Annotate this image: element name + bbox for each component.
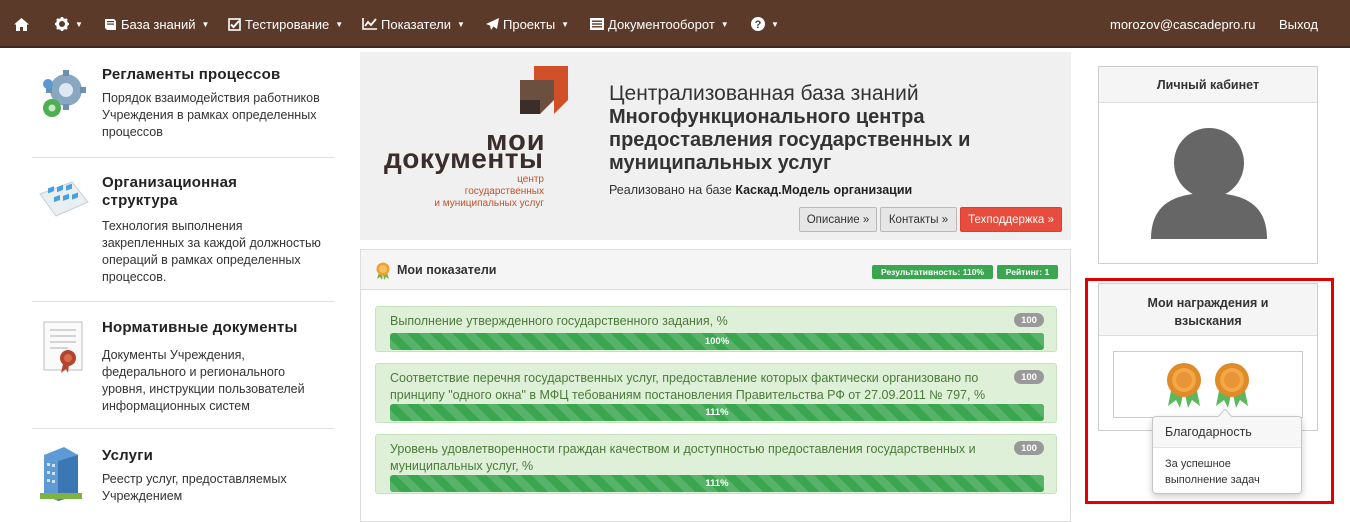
chevron-down-icon: ▼ xyxy=(771,19,779,29)
gears-icon xyxy=(38,66,92,129)
hero-subtitle: Реализовано на базе Каскад.Модель органи… xyxy=(609,183,912,197)
line-chart-icon xyxy=(362,18,377,30)
indicator-value-badge: 100 xyxy=(1014,441,1044,455)
logo-mark-icon xyxy=(520,66,568,114)
hero-subtitle-bold: Каскад.Модель организации xyxy=(735,183,913,197)
progress-label: 100% xyxy=(704,336,730,347)
home-icon xyxy=(14,17,29,31)
modules-list: Регламенты процессов Порядок взаимодейст… xyxy=(32,48,334,522)
logo-caption-line3: и муниципальных услуг xyxy=(434,198,544,209)
hero-banner: мои документы центр государственных и му… xyxy=(360,52,1071,240)
module-title[interactable]: Организационная структура xyxy=(102,174,302,210)
logo-caption-line2: государственных xyxy=(464,186,544,197)
chevron-down-icon: ▼ xyxy=(561,19,570,29)
building-icon xyxy=(38,445,84,506)
panel-title: Мои показатели xyxy=(397,263,497,277)
nav-document-flow-label: Документооборот xyxy=(608,16,715,32)
module-process-regulations[interactable]: Регламенты процессов Порядок взаимодейст… xyxy=(32,48,334,158)
hero-title-light: Централизованная база знаний xyxy=(609,82,919,105)
logo-caption-line1: центр xyxy=(517,174,544,185)
progress-label: 111% xyxy=(705,478,729,489)
support-button[interactable]: Техподдержка » xyxy=(960,207,1062,232)
indicator-item: Выполнение утвержденного государственног… xyxy=(375,306,1057,352)
nav-testing-label: Тестирование xyxy=(245,16,330,32)
hero-title-bold: Многофункционального центра предоставлен… xyxy=(609,106,971,174)
module-title[interactable]: Нормативные документы xyxy=(102,319,298,337)
module-description: Технология выполнения закрепленных за ка… xyxy=(102,219,321,284)
gear-icon xyxy=(55,17,69,31)
chevron-down-icon: ▼ xyxy=(75,19,83,29)
module-org-structure[interactable]: Организационная структура Технология вып… xyxy=(32,158,334,302)
chevron-down-icon: ▼ xyxy=(335,19,344,29)
progress-bar: 111% xyxy=(390,475,1044,492)
indicator-value-badge: 100 xyxy=(1014,370,1044,384)
certificate-icon xyxy=(38,318,88,379)
avatar[interactable] xyxy=(1151,125,1267,239)
check-square-icon xyxy=(228,17,241,31)
module-title[interactable]: Услуги xyxy=(102,447,153,465)
panel-header: Мои показатели Результативность: 110% Ре… xyxy=(361,250,1070,290)
module-description: Порядок взаимодействия работников Учрежд… xyxy=(102,91,320,139)
module-services[interactable]: Услуги Реестр услуг, предоставляемых Учр… xyxy=(32,429,334,522)
user-email-link[interactable]: morozov@cascadepro.ru xyxy=(1110,0,1255,48)
user-email: morozov@cascadepro.ru xyxy=(1110,16,1256,32)
nav-indicators-label: Показатели xyxy=(381,16,451,32)
medal-icon xyxy=(376,262,390,280)
book-icon xyxy=(105,18,116,30)
progress-label: 111% xyxy=(705,407,729,418)
rating-badge: Рейтинг: 1 xyxy=(997,265,1058,279)
module-title[interactable]: Регламенты процессов xyxy=(102,66,280,84)
module-description: Документы Учреждения, федерального и рег… xyxy=(102,348,305,413)
chevron-down-icon: ▼ xyxy=(201,19,210,29)
indicator-value-badge: 100 xyxy=(1014,313,1044,327)
home-button[interactable] xyxy=(14,0,29,48)
profile-card: Личный кабинет xyxy=(1098,66,1318,264)
chevron-down-icon: ▼ xyxy=(457,19,465,29)
top-navbar: ▼ База знаний ▼ Тестирование ▼ Показател… xyxy=(0,0,1350,48)
description-button[interactable]: Описание » xyxy=(799,207,877,232)
hero-subtitle-prefix: Реализовано на базе xyxy=(609,183,736,197)
indicator-text: Уровень удовлетворенности граждан качест… xyxy=(390,442,976,473)
effectiveness-badge: Результативность: 110% xyxy=(872,265,993,279)
nav-knowledge-base[interactable]: База знаний ▼ xyxy=(104,0,209,48)
profile-card-title: Личный кабинет xyxy=(1099,67,1317,103)
progress-bar: 100% xyxy=(390,333,1044,350)
nav-document-flow[interactable]: Документооборот ▼ xyxy=(590,0,729,48)
module-normative-docs[interactable]: Нормативные документы Документы Учрежден… xyxy=(32,302,334,429)
indicator-text: Соответствие перечня государственных усл… xyxy=(390,371,986,402)
help-menu[interactable]: ? ▼ xyxy=(751,0,779,48)
settings-menu[interactable]: ▼ xyxy=(55,0,83,48)
module-description: Реестр услуг, предоставляемых Учреждение… xyxy=(102,472,287,503)
nav-knowledge-base-label: База знаний xyxy=(121,16,196,32)
document-list-icon xyxy=(590,18,604,30)
nav-indicators[interactable]: Показатели ▼ xyxy=(362,0,465,48)
my-indicators-panel: Мои показатели Результативность: 110% Ре… xyxy=(360,249,1071,522)
paper-plane-icon xyxy=(486,17,499,30)
org-structure-icon xyxy=(38,180,90,229)
nav-projects[interactable]: Проекты ▼ xyxy=(486,0,569,48)
chevron-down-icon: ▼ xyxy=(720,19,729,29)
highlight-frame xyxy=(1085,278,1334,504)
svg-text:?: ? xyxy=(755,19,762,31)
indicator-text: Выполнение утвержденного государственног… xyxy=(390,314,728,328)
indicator-item: Соответствие перечня государственных усл… xyxy=(375,363,1057,423)
indicator-item: Уровень удовлетворенности граждан качест… xyxy=(375,434,1057,494)
logout-label: Выход xyxy=(1279,16,1318,32)
logo-word-documents: документы xyxy=(384,143,544,174)
contacts-button[interactable]: Контакты » xyxy=(880,207,957,232)
question-circle-icon: ? xyxy=(751,17,765,31)
nav-projects-label: Проекты xyxy=(503,16,556,32)
nav-testing[interactable]: Тестирование ▼ xyxy=(228,0,343,48)
progress-bar: 111% xyxy=(390,404,1044,421)
logout-link[interactable]: Выход xyxy=(1279,0,1318,48)
